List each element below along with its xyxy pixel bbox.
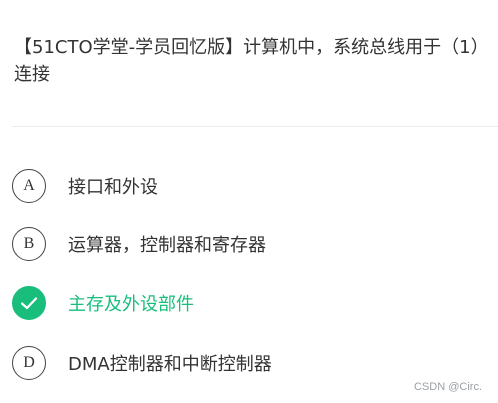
option-c[interactable]: 主存及外设部件 [12, 285, 482, 321]
option-a-letter-badge: A [12, 169, 46, 203]
option-b-text: 运算器，控制器和寄存器 [68, 235, 266, 256]
option-d-text: DMA控制器和中断控制器 [68, 354, 272, 375]
option-c-text: 主存及外设部件 [68, 294, 194, 315]
option-d[interactable]: D DMA控制器和中断控制器 [12, 345, 482, 381]
option-b[interactable]: B 运算器，控制器和寄存器 [12, 226, 482, 262]
option-d-letter-badge: D [12, 346, 46, 380]
check-icon [12, 286, 46, 320]
divider [12, 126, 498, 127]
option-b-letter-badge: B [12, 227, 46, 261]
question-text: 【51CTO学堂-学员回忆版】计算机中，系统总线用于（1）连接 [14, 37, 489, 85]
watermark: CSDN @Circ. [414, 381, 482, 393]
option-a[interactable]: A 接口和外设 [12, 168, 482, 204]
option-a-text: 接口和外设 [68, 177, 158, 198]
